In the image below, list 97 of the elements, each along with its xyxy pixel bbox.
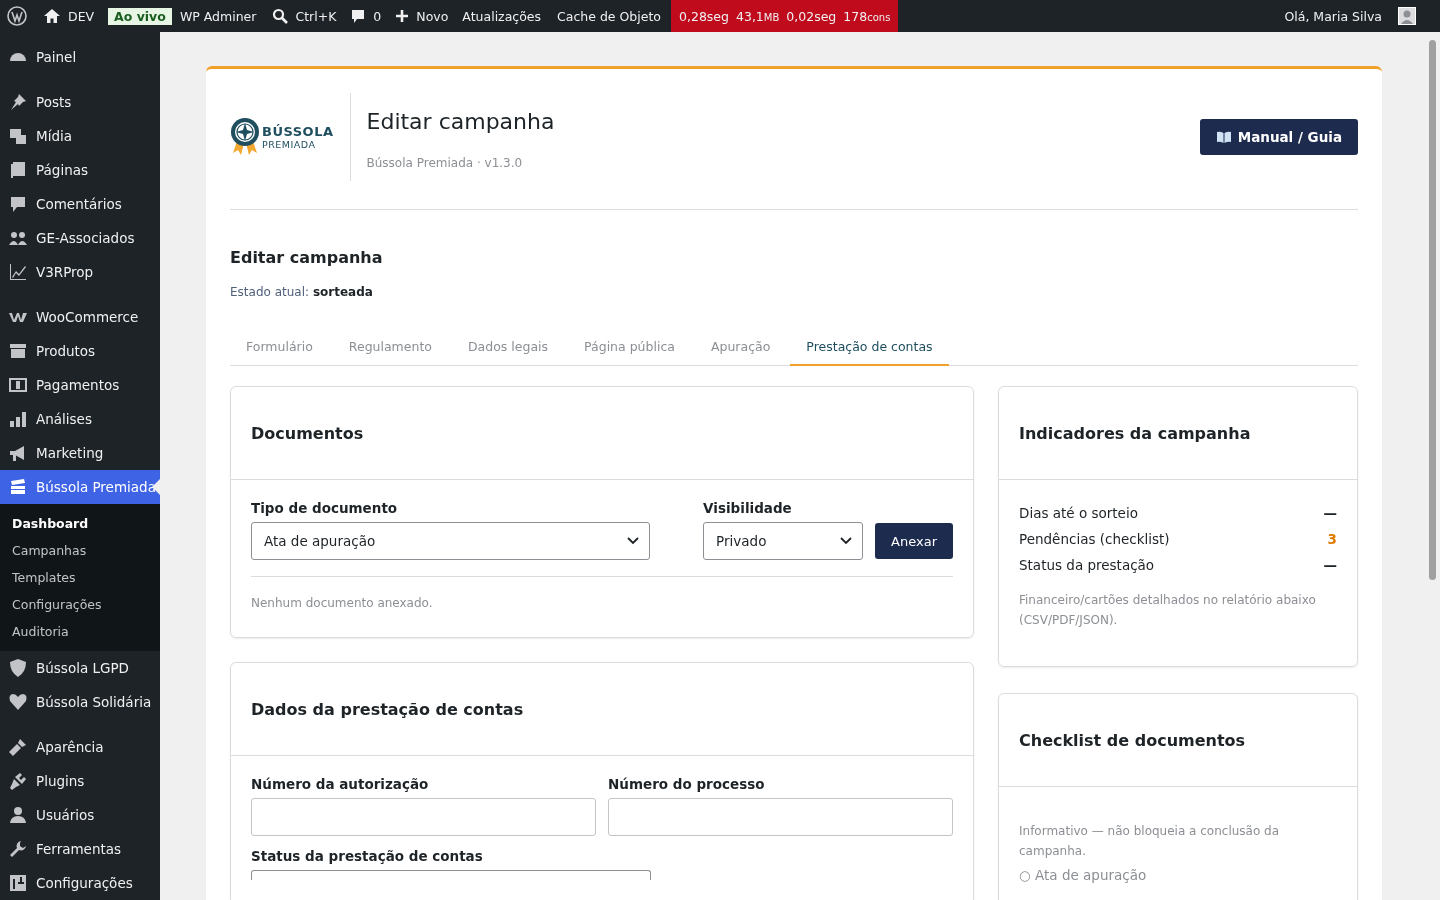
sidebar-item[interactable]: Comentários bbox=[0, 187, 160, 221]
sidebar-item[interactable]: Posts bbox=[0, 85, 160, 119]
person-icon bbox=[8, 805, 28, 825]
field-label: Número da autorização bbox=[251, 776, 430, 792]
indicator-value: — bbox=[1323, 557, 1337, 573]
speech-bubble-icon bbox=[8, 194, 28, 214]
shield-icon bbox=[8, 658, 28, 678]
document-type-select[interactable]: Ata de apuração bbox=[251, 522, 651, 560]
sidebar-item[interactable]: Configurações bbox=[0, 866, 160, 900]
tickets-icon bbox=[8, 477, 28, 497]
heart-icon bbox=[8, 692, 28, 712]
submenu-item[interactable]: Dashboard bbox=[0, 510, 160, 537]
query-monitor-panel[interactable]: 0,28seg 43,1MB 0,02seg 178cons bbox=[671, 0, 899, 32]
scrollbar[interactable] bbox=[1425, 32, 1440, 900]
indicator-note: Financeiro/cartões detalhados no relatório abaixo (CSV/PDF/JSON). bbox=[1019, 592, 1317, 629]
tab[interactable]: Prestação de contas bbox=[790, 339, 949, 366]
indicator-label: Pendências (checklist) bbox=[1019, 531, 1170, 547]
comment-count[interactable]: 0 bbox=[373, 8, 382, 24]
checklist-item: ○ Ata de apuração bbox=[1019, 867, 1148, 883]
sidebar-item[interactable]: Produtos bbox=[0, 334, 160, 368]
sidebar-item[interactable]: Bússola Premiada bbox=[0, 470, 160, 504]
indicator-label: Status da prestação bbox=[1019, 557, 1155, 573]
input-field[interactable] bbox=[608, 798, 953, 836]
home-icon[interactable] bbox=[43, 8, 61, 24]
sidebar-item[interactable]: Painel bbox=[0, 40, 160, 74]
greeting[interactable]: Olá, Maria Silva bbox=[1284, 8, 1382, 24]
status-select[interactable] bbox=[251, 870, 651, 880]
box-icon bbox=[8, 341, 28, 361]
chevron-down-icon bbox=[627, 537, 640, 545]
pin-icon bbox=[8, 92, 28, 112]
input-field[interactable] bbox=[251, 798, 596, 836]
logo-name: BÚSSOLA bbox=[262, 124, 334, 139]
section-title: Editar campanha bbox=[230, 248, 384, 267]
query-monitor-value: 0,28seg bbox=[679, 8, 729, 24]
visibility-select[interactable]: Privado bbox=[703, 522, 864, 560]
sidebar-item[interactable]: Bússola Solidária bbox=[0, 685, 160, 719]
page-subtitle: Bússola Premiada · v1.3.0 bbox=[366, 155, 524, 170]
card-title: Documentos bbox=[251, 423, 364, 443]
sliders-icon bbox=[8, 873, 28, 893]
field-label: Número do processo bbox=[608, 776, 766, 792]
speech-bubble-icon[interactable] bbox=[350, 8, 367, 24]
environment-badge: Ao vivo bbox=[108, 7, 172, 25]
sidebar-item[interactable]: Marketing bbox=[0, 436, 160, 470]
bar-chart-icon bbox=[8, 409, 28, 429]
plug-icon bbox=[8, 771, 28, 791]
submenu-item[interactable]: Templates bbox=[0, 564, 160, 591]
plus-icon[interactable] bbox=[395, 9, 410, 23]
sidebar-item[interactable]: Aparência bbox=[0, 730, 160, 764]
sidebar-item[interactable]: Páginas bbox=[0, 153, 160, 187]
sidebar-item[interactable]: Plugins bbox=[0, 764, 160, 798]
brush-icon bbox=[8, 737, 28, 757]
status-text: Estado atual: sorteada bbox=[230, 285, 374, 299]
wordpress-logo-icon[interactable] bbox=[7, 6, 27, 26]
submenu-item[interactable]: Campanhas bbox=[0, 537, 160, 564]
field-label: Visibilidade bbox=[703, 500, 793, 516]
site-link[interactable]: DEV bbox=[68, 8, 95, 24]
chevron-down-icon bbox=[840, 537, 853, 545]
sidebar-item[interactable]: Bússola LGPD bbox=[0, 651, 160, 685]
guide-button[interactable]: Manual / Guia bbox=[1199, 119, 1358, 155]
checklist-note: Informativo — não bloqueia a conclusão da campanha. bbox=[1019, 823, 1281, 860]
field-label: Tipo de documento bbox=[251, 500, 399, 516]
sidebar-item[interactable]: Ferramentas bbox=[0, 832, 160, 866]
sidebar-item[interactable]: Análises bbox=[0, 402, 160, 436]
sidebar-item[interactable]: GE-Associados bbox=[0, 221, 160, 255]
pages-icon bbox=[8, 160, 28, 180]
sidebar-item[interactable]: Usuários bbox=[0, 798, 160, 832]
adminer-link[interactable]: WP Adminer bbox=[179, 8, 257, 24]
search-icon[interactable] bbox=[272, 8, 289, 24]
sidebar-item[interactable]: WooCommerce bbox=[0, 300, 160, 334]
book-icon bbox=[1215, 131, 1232, 143]
chart-line-icon bbox=[8, 262, 28, 282]
compass-badge-icon bbox=[230, 117, 260, 157]
sidebar-item[interactable]: V3RProp bbox=[0, 255, 160, 289]
page-title: Editar campanha bbox=[366, 108, 555, 134]
admin-bar-link[interactable]: Atualizações bbox=[462, 8, 542, 24]
logo-subtitle: PREMIADA bbox=[262, 139, 317, 150]
sidebar-item[interactable]: Pagamentos bbox=[0, 368, 160, 402]
search-shortcut[interactable]: Ctrl+K bbox=[295, 8, 337, 24]
query-monitor-value: 0,02seg bbox=[786, 8, 837, 24]
admin-bar-link[interactable]: Cache de Objeto bbox=[557, 8, 661, 24]
empty-message: Nenhum documento anexado. bbox=[251, 595, 434, 612]
new-link[interactable]: Novo bbox=[416, 8, 449, 24]
wrench-icon bbox=[8, 839, 28, 859]
query-monitor-value: 43,1MB bbox=[736, 8, 780, 24]
indicator-value: 3 bbox=[1327, 531, 1337, 547]
card-title: Checklist de documentos bbox=[1019, 730, 1246, 750]
indicator-value: — bbox=[1323, 505, 1337, 521]
card-title: Dados da prestação de contas bbox=[251, 699, 524, 719]
card-title: Indicadores da campanha bbox=[1019, 423, 1251, 443]
sidebar-item[interactable]: Mídia bbox=[0, 119, 160, 153]
submenu-item[interactable]: Configurações bbox=[0, 591, 160, 618]
submenu-item[interactable]: Auditoria bbox=[0, 618, 160, 645]
attach-button[interactable]: Anexar bbox=[875, 523, 953, 559]
field-label: Status da prestação de contas bbox=[251, 848, 484, 864]
indicator-label: Dias até o sorteio bbox=[1019, 505, 1138, 521]
avatar-icon[interactable] bbox=[1398, 7, 1416, 25]
query-monitor-value: 178cons bbox=[843, 8, 891, 24]
